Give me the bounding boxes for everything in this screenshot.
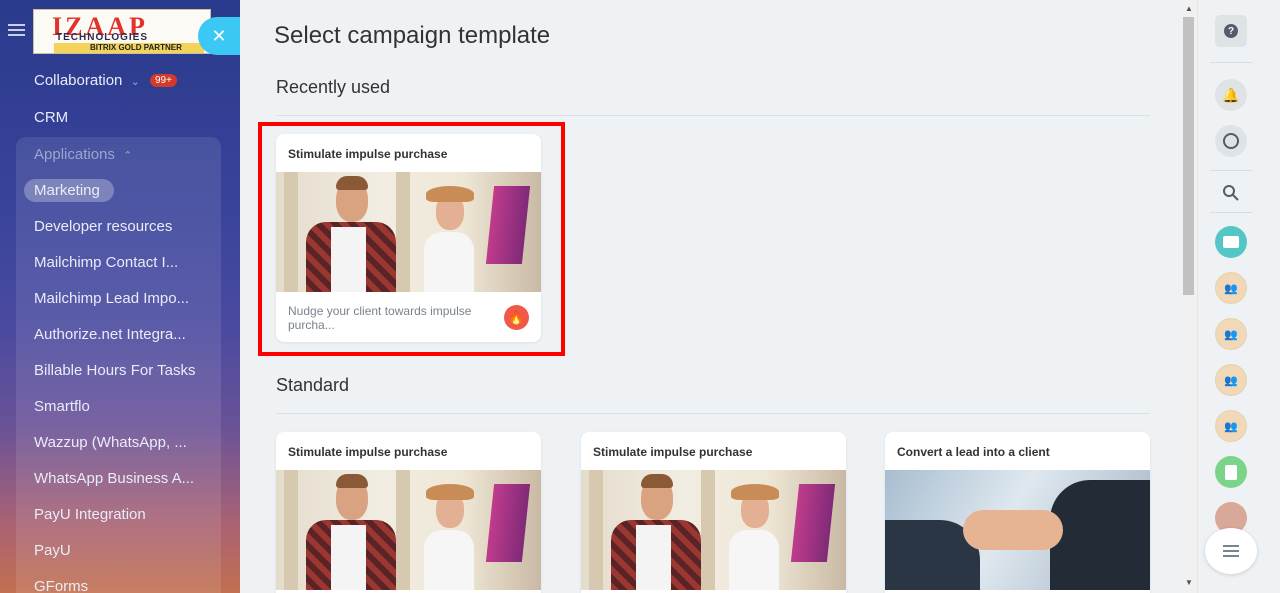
sidebar-item-whatsapp-business[interactable]: WhatsApp Business A... [34, 470, 194, 492]
scrollbar-thumb[interactable] [1183, 17, 1194, 295]
sidebar-item-label: Applications [34, 146, 115, 163]
company-logo[interactable]: IZAAP TECHNOLOGIES BITRIX GOLD PARTNER [33, 9, 211, 54]
more-menu-button[interactable] [1205, 528, 1257, 574]
sidebar-item-payu-integration[interactable]: PayU Integration [34, 506, 146, 528]
sidebar-item-authorize-net[interactable]: Authorize.net Integra... [34, 326, 186, 348]
standard-heading: Standard [276, 375, 350, 395]
divider [276, 413, 1150, 414]
chat-icon [1223, 133, 1239, 149]
card-title: Stimulate impulse purchase [288, 445, 448, 459]
sidebar-item-billable-hours[interactable]: Billable Hours For Tasks [34, 362, 195, 384]
chat-avatar[interactable]: 👥 [1215, 318, 1247, 350]
recently-used-heading: Recently used [276, 77, 391, 97]
group-avatar-icon: 👥 [1224, 420, 1238, 433]
messenger-button[interactable] [1215, 125, 1247, 157]
sidebar-item-payu[interactable]: PayU [34, 542, 71, 564]
menu-icon[interactable] [8, 24, 25, 38]
id-card-icon [1223, 236, 1239, 248]
divider [1210, 212, 1252, 213]
search-icon [1223, 185, 1239, 201]
divider [1210, 62, 1252, 63]
template-card-convert-lead[interactable]: Convert a lead into a client [885, 432, 1150, 593]
vertical-scrollbar[interactable]: ▲ ▼ [1180, 0, 1197, 593]
chat-avatar[interactable]: 👥 [1215, 410, 1247, 442]
card-title: Convert a lead into a client [897, 445, 1050, 459]
logo-subtitle: TECHNOLOGIES [56, 32, 149, 43]
document-chat-button[interactable] [1215, 456, 1247, 488]
card-image [885, 470, 1150, 590]
template-selector-panel: Select campaign template Recently used S… [240, 0, 1180, 593]
chat-avatar[interactable]: 👥 [1215, 272, 1247, 304]
chevron-down-icon: ⌄ [130, 76, 140, 88]
page-title: Select campaign template [274, 22, 551, 49]
card-image [581, 470, 846, 590]
group-avatar-icon: 👥 [1224, 328, 1238, 341]
logo-tagline: BITRIX GOLD PARTNER [54, 43, 204, 53]
sidebar-item-mailchimp-contact[interactable]: Mailchimp Contact I... [34, 254, 178, 276]
sidebar-item-mailchimp-lead[interactable]: Mailchimp Lead Impo... [34, 290, 189, 312]
divider [1210, 170, 1252, 171]
template-card-impulse-2[interactable]: Stimulate impulse purchase [581, 432, 846, 593]
notification-badge: 99+ [149, 74, 177, 87]
group-avatar-icon: 👥 [1224, 282, 1238, 295]
sidebar-item-gforms[interactable]: GForms [34, 578, 88, 593]
sidebar-item-smartflo[interactable]: Smartflo [34, 398, 90, 420]
sidebar-item-collaboration[interactable]: Collaboration ⌄ 99+ [34, 72, 177, 94]
sidebar-item-marketing[interactable]: Marketing [34, 182, 100, 204]
sidebar-item-crm[interactable]: CRM [34, 109, 68, 131]
template-card-impulse-1[interactable]: Stimulate impulse purchase [276, 432, 541, 593]
bell-icon: 🔔 [1222, 86, 1240, 103]
contact-card-button[interactable] [1215, 226, 1247, 258]
chat-avatar[interactable]: 👥 [1215, 364, 1247, 396]
right-toolbar: ? 🔔 👥 👥 👥 👥 [1197, 0, 1280, 593]
help-button[interactable]: ? [1215, 15, 1247, 47]
left-sidebar: IZAAP TECHNOLOGIES BITRIX GOLD PARTNER ✕… [0, 0, 240, 593]
search-button[interactable] [1215, 177, 1247, 209]
sidebar-item-developer-resources[interactable]: Developer resources [34, 218, 172, 240]
card-title: Stimulate impulse purchase [593, 445, 753, 459]
sidebar-item-applications[interactable]: Applications ⌃ [34, 146, 132, 168]
close-icon: ✕ [211, 25, 227, 46]
document-icon [1225, 464, 1237, 480]
selection-highlight-box [258, 122, 565, 356]
notifications-button[interactable]: 🔔 [1215, 79, 1247, 111]
help-icon: ? [1224, 24, 1238, 38]
close-slider-button[interactable]: ✕ [198, 17, 240, 55]
divider [276, 115, 1150, 116]
scroll-up-arrow-icon[interactable]: ▲ [1185, 4, 1193, 13]
chevron-up-icon: ⌃ [123, 150, 133, 162]
sidebar-item-label: Collaboration [34, 72, 123, 89]
group-avatar-icon: 👥 [1224, 374, 1238, 387]
scroll-down-arrow-icon[interactable]: ▼ [1185, 578, 1193, 587]
sidebar-item-wazzup[interactable]: Wazzup (WhatsApp, ... [34, 434, 187, 456]
card-image [276, 470, 541, 590]
list-icon [1223, 545, 1239, 557]
